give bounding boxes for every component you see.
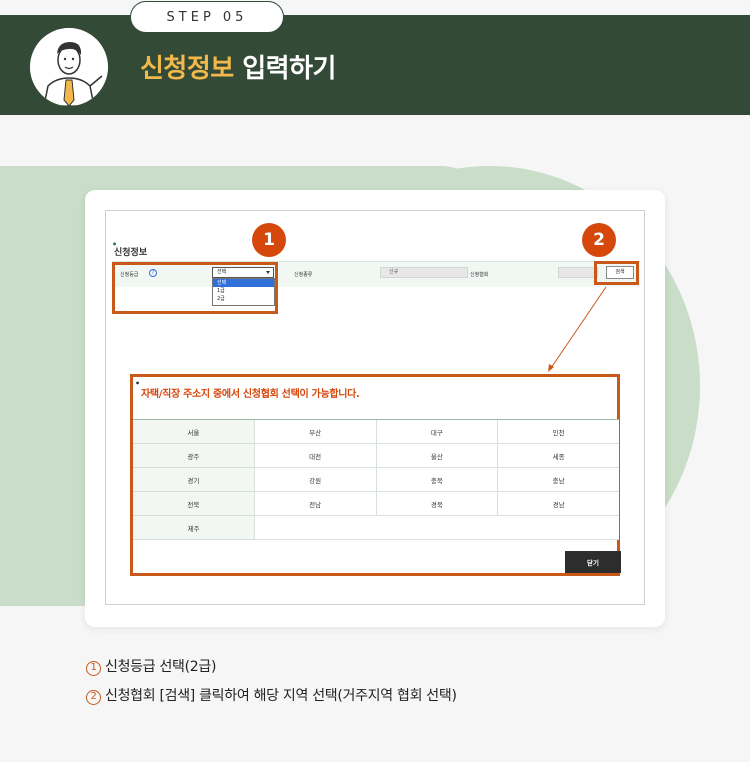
region-popup: 자택/직장 주소지 중에서 신청협회 선택이 가능합니다. 서울 부산 대구 인… (130, 374, 621, 576)
region-cell[interactable]: 광주 (133, 444, 255, 467)
region-cell[interactable]: 제주 (133, 516, 256, 539)
table-row: 전북 전남 경북 경남 (133, 492, 619, 516)
region-cell[interactable]: 강원 (254, 468, 377, 491)
note-text: 신청등급 선택(2급) (105, 659, 217, 675)
step-marker-1: 1 (252, 223, 286, 257)
close-button[interactable]: 닫기 (565, 551, 621, 573)
assoc-field (558, 267, 598, 278)
title-highlight: 신청정보 (140, 54, 234, 84)
page-title: 신청정보 입력하기 (140, 48, 336, 85)
region-cell[interactable]: 충북 (376, 468, 499, 491)
type-field: 신규 (380, 267, 468, 278)
table-row: 제주 (133, 516, 619, 540)
empty-cell (255, 516, 619, 539)
popup-title: 자택/직장 주소지 중에서 신청협회 선택이 가능합니다. (135, 379, 360, 400)
table-row: 광주 대전 울산 세종 (133, 444, 619, 468)
step-header (0, 15, 750, 115)
table-row: 경기 강원 충북 충남 (133, 468, 619, 492)
region-cell[interactable]: 전남 (254, 492, 377, 515)
circled-number: 2 (86, 690, 101, 705)
region-cell[interactable]: 대전 (254, 444, 377, 467)
region-grid: 서울 부산 대구 인천 광주 대전 울산 세종 경기 강원 충북 충남 전북 전… (133, 419, 619, 540)
assoc-label: 신청협회 (470, 272, 489, 278)
region-cell[interactable]: 전북 (133, 492, 255, 515)
note-item: 2 신청협회 [검색] 클릭하여 해당 지역 선택(거주지역 협회 선택) (86, 685, 457, 714)
region-cell[interactable]: 부산 (254, 420, 377, 443)
title-rest: 입력하기 (233, 54, 336, 84)
note-item: 1 신청등급 선택(2급) (86, 656, 457, 685)
table-row: 서울 부산 대구 인천 (133, 420, 619, 444)
circled-number: 1 (86, 661, 101, 676)
top-strip (0, 0, 750, 15)
region-cell[interactable]: 충남 (498, 468, 619, 491)
region-cell[interactable]: 세종 (498, 444, 619, 467)
instruction-notes: 1 신청등급 선택(2급) 2 신청협회 [검색] 클릭하여 해당 지역 선택(거주… (86, 656, 457, 714)
section-title: 신청정보 (112, 240, 147, 258)
step-label: STEP 05 (130, 1, 284, 33)
region-cell[interactable]: 서울 (133, 420, 255, 443)
note-text: 신청협회 [검색] 클릭하여 해당 지역 선택(거주지역 협회 선택) (105, 688, 457, 704)
guide-character-icon (30, 28, 108, 106)
region-cell[interactable]: 인천 (498, 420, 619, 443)
highlight-frame-grade (112, 262, 278, 314)
region-cell[interactable]: 경남 (498, 492, 619, 515)
region-cell[interactable]: 경북 (376, 492, 499, 515)
type-label: 신청종류 (294, 272, 313, 278)
step-marker-2: 2 (582, 223, 616, 257)
highlight-frame-search (594, 261, 639, 285)
region-cell[interactable]: 경기 (133, 468, 255, 491)
region-cell[interactable]: 울산 (376, 444, 499, 467)
region-cell[interactable]: 대구 (376, 420, 499, 443)
